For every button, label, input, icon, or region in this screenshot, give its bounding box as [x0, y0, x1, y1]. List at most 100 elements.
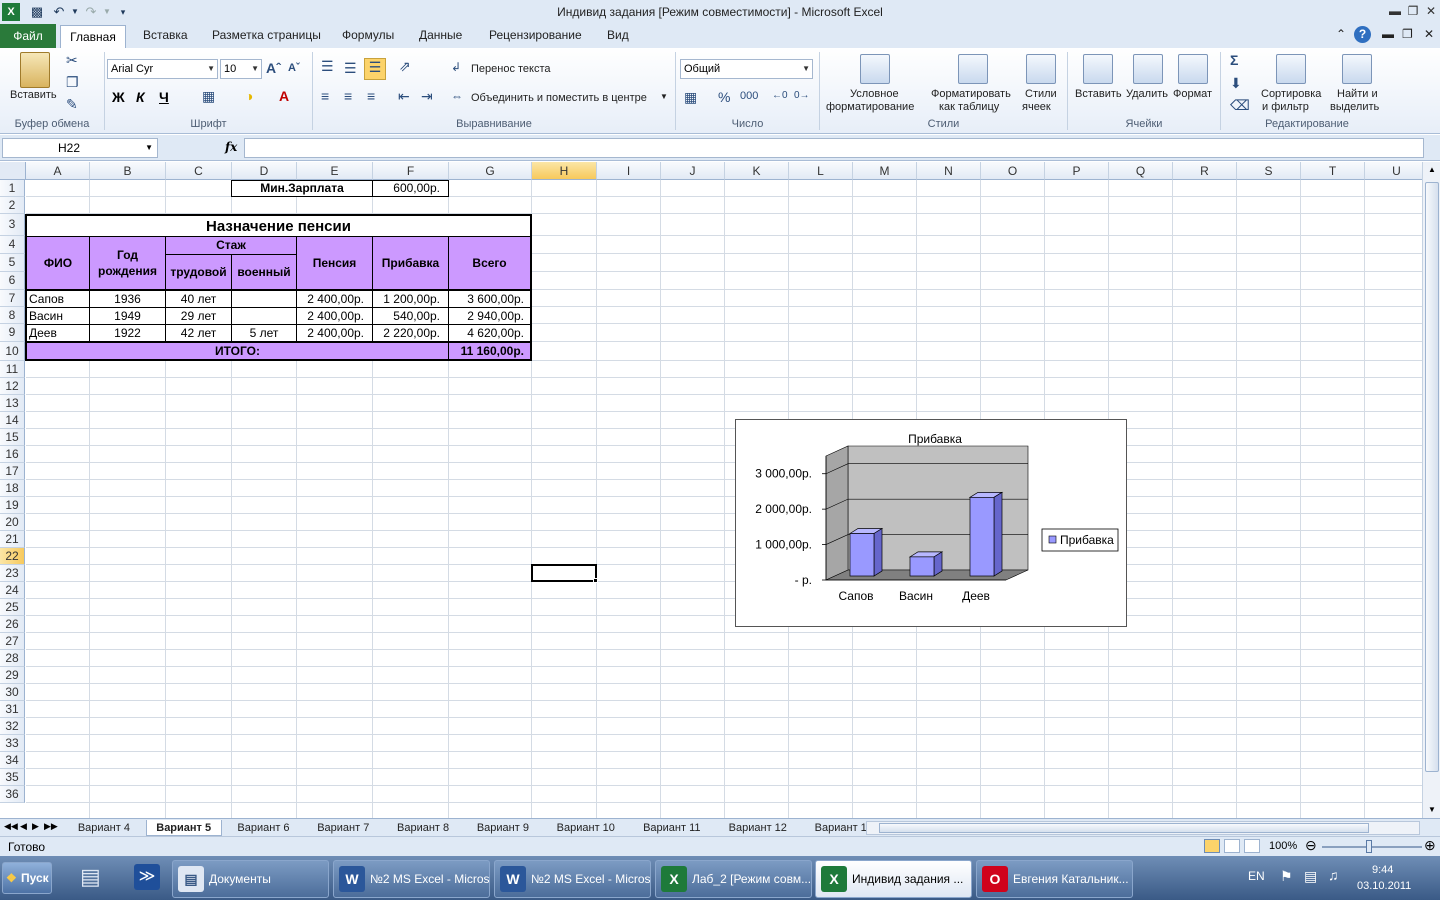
- clock-time[interactable]: 9:44: [1372, 864, 1393, 876]
- align-left-icon[interactable]: ≡: [321, 88, 329, 104]
- row-header[interactable]: 33: [0, 735, 25, 752]
- cell-pension[interactable]: 2 400,00р.: [296, 290, 373, 308]
- language-indicator[interactable]: EN: [1248, 869, 1265, 883]
- align-right-icon[interactable]: ≡: [367, 88, 375, 104]
- sort-filter-label1[interactable]: Сортировка: [1261, 88, 1321, 100]
- increase-indent-icon[interactable]: ⇥: [421, 88, 433, 105]
- close-icon[interactable]: ✕: [1422, 2, 1440, 20]
- name-box[interactable]: H22 ▼: [2, 138, 158, 158]
- zoom-slider-thumb[interactable]: [1366, 840, 1372, 853]
- clock-date[interactable]: 03.10.2011: [1357, 880, 1411, 892]
- sheet-tab[interactable]: Вариант 9: [465, 820, 541, 836]
- powershell-icon[interactable]: ≫: [134, 864, 160, 890]
- merge-center-button[interactable]: Объединить и поместить в центре: [471, 92, 647, 104]
- itogo-value[interactable]: 11 160,00р.: [448, 342, 532, 361]
- sheet-tab[interactable]: Вариант 10: [545, 820, 627, 836]
- format-as-table-label1[interactable]: Форматировать: [931, 88, 1011, 100]
- column-header[interactable]: H: [532, 162, 597, 180]
- sheet-tab[interactable]: Вариант 8: [385, 820, 461, 836]
- cell-military[interactable]: 5 лет: [231, 324, 297, 342]
- percent-icon[interactable]: %: [718, 89, 730, 105]
- fill-handle[interactable]: [593, 578, 598, 583]
- itogo-label[interactable]: ИТОГО:: [25, 342, 449, 361]
- tab-page-layout[interactable]: Разметка страницы: [212, 28, 321, 42]
- column-header[interactable]: C: [166, 162, 232, 180]
- align-top-icon[interactable]: ☰: [321, 58, 334, 75]
- column-header[interactable]: D: [232, 162, 297, 180]
- cell-fio[interactable]: Деев: [25, 324, 90, 342]
- row-header[interactable]: 31: [0, 701, 25, 718]
- sheet-tab[interactable]: Вариант 5: [145, 820, 222, 836]
- row-header[interactable]: 34: [0, 752, 25, 769]
- conditional-formatting-icon[interactable]: [860, 54, 890, 84]
- cell-labor[interactable]: 29 лет: [165, 307, 232, 325]
- first-sheet-icon[interactable]: ◀◀: [4, 821, 18, 832]
- column-header[interactable]: M: [853, 162, 917, 180]
- minimize-ribbon-icon[interactable]: ⌃: [1336, 27, 1346, 41]
- minimize-icon[interactable]: ▬: [1386, 2, 1404, 20]
- column-header[interactable]: T: [1301, 162, 1365, 180]
- row-header[interactable]: 35: [0, 769, 25, 786]
- column-header[interactable]: Q: [1109, 162, 1173, 180]
- network-icon[interactable]: ▤: [1304, 868, 1317, 885]
- cell-total[interactable]: 2 940,00р.: [448, 307, 532, 325]
- format-cells-button[interactable]: Формат: [1173, 88, 1212, 100]
- sheet-tab[interactable]: Вариант 11: [631, 820, 713, 836]
- format-as-table-icon[interactable]: [958, 54, 988, 84]
- cell-military[interactable]: [231, 307, 297, 325]
- row-header[interactable]: 19: [0, 497, 25, 514]
- cell-bonus[interactable]: 1 200,00р.: [372, 290, 449, 308]
- row-header[interactable]: 4: [0, 236, 25, 254]
- cell-total[interactable]: 4 620,00р.: [448, 324, 532, 342]
- row-header[interactable]: 11: [0, 361, 25, 378]
- cell-fio[interactable]: Сапов: [25, 290, 90, 308]
- decrease-indent-icon[interactable]: ⇤: [398, 88, 410, 105]
- wrap-text-button[interactable]: Перенос текста: [471, 63, 551, 75]
- cell-labor[interactable]: 40 лет: [165, 290, 232, 308]
- cell-year[interactable]: 1949: [89, 307, 166, 325]
- conditional-formatting-label2[interactable]: форматирование: [826, 101, 914, 113]
- row-header[interactable]: 21: [0, 531, 25, 548]
- row-header[interactable]: 28: [0, 650, 25, 667]
- horizontal-scrollbar[interactable]: [866, 821, 1420, 835]
- row-header[interactable]: 10: [0, 342, 25, 361]
- conditional-formatting-label1[interactable]: Условное: [850, 88, 899, 100]
- function-icon[interactable]: fx: [225, 140, 237, 154]
- header-military[interactable]: военный: [231, 254, 297, 290]
- format-cells-icon[interactable]: [1178, 54, 1208, 84]
- find-select-label2[interactable]: выделить: [1330, 101, 1379, 113]
- merge-icon[interactable]: ⇔: [451, 89, 463, 103]
- tab-home[interactable]: Главная: [60, 25, 126, 49]
- column-header[interactable]: P: [1045, 162, 1109, 180]
- row-header[interactable]: 7: [0, 290, 25, 307]
- cell-styles-label1[interactable]: Стили: [1025, 88, 1057, 100]
- row-header[interactable]: 15: [0, 429, 25, 446]
- insert-cells-icon[interactable]: [1083, 54, 1113, 84]
- row-header[interactable]: 23: [0, 565, 25, 582]
- row-header[interactable]: 2: [0, 197, 25, 214]
- sort-filter-label2[interactable]: и фильтр: [1262, 101, 1309, 113]
- tab-insert[interactable]: Вставка: [143, 28, 188, 42]
- decrease-font-icon[interactable]: Aˇ: [288, 62, 300, 74]
- scroll-up-icon[interactable]: ▲: [1424, 162, 1440, 178]
- column-header[interactable]: J: [661, 162, 725, 180]
- header-fio[interactable]: ФИО: [25, 236, 90, 290]
- decrease-decimal-icon[interactable]: 0→: [794, 90, 810, 101]
- delete-cells-icon[interactable]: [1133, 54, 1163, 84]
- column-header[interactable]: E: [297, 162, 373, 180]
- column-header[interactable]: R: [1173, 162, 1237, 180]
- align-bottom-icon[interactable]: ☰: [364, 58, 386, 80]
- header-bonus[interactable]: Прибавка: [372, 236, 449, 290]
- row-header[interactable]: 24: [0, 582, 25, 599]
- copy-icon[interactable]: ❐: [66, 74, 79, 91]
- table-title[interactable]: Назначение пенсии: [25, 214, 532, 237]
- font-color-icon[interactable]: A: [279, 88, 289, 104]
- row-header[interactable]: 13: [0, 395, 25, 412]
- column-header[interactable]: F: [373, 162, 449, 180]
- vertical-scrollbar[interactable]: ▲ ▼: [1422, 162, 1440, 818]
- cell-labor[interactable]: 42 лет: [165, 324, 232, 342]
- sheet-tab[interactable]: Вариант 12: [717, 820, 799, 836]
- format-painter-icon[interactable]: ✎: [66, 96, 78, 113]
- active-cell-selection[interactable]: [531, 564, 597, 582]
- cell-pension[interactable]: 2 400,00р.: [296, 324, 373, 342]
